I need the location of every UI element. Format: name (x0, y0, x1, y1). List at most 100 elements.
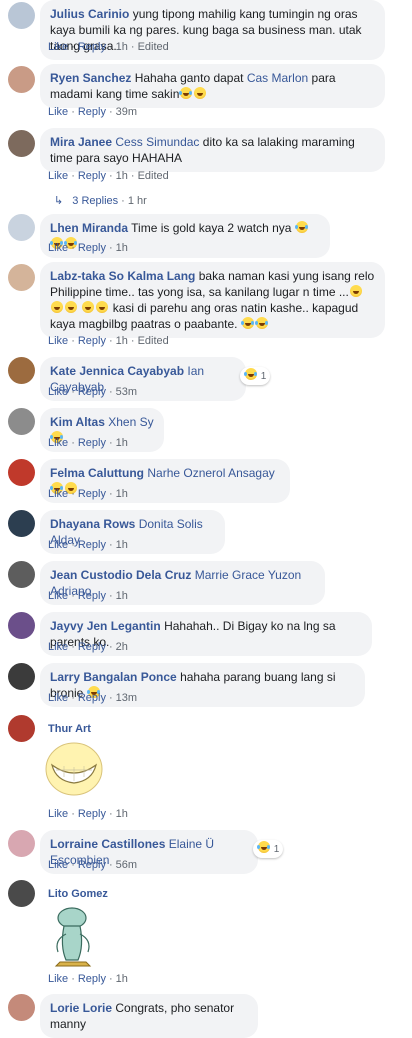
avatar[interactable] (8, 459, 35, 486)
timestamp[interactable]: 1h (116, 590, 128, 602)
commenter-name[interactable]: Kim Altas (50, 415, 105, 429)
tagged-user[interactable]: Narhe Oznerol Ansagay (147, 466, 274, 480)
reply-link[interactable]: Reply (78, 106, 106, 118)
laughing-emoji-icon (254, 317, 268, 329)
timestamp[interactable]: 1h (116, 41, 128, 53)
avatar[interactable] (8, 561, 35, 588)
like-link[interactable]: Like (48, 437, 68, 449)
like-link[interactable]: Like (48, 488, 68, 500)
commenter-name[interactable]: Larry Bangalan Ponce (50, 670, 177, 684)
timestamp[interactable]: 1h (116, 242, 128, 254)
avatar[interactable] (8, 130, 35, 157)
timestamp[interactable]: 1h (116, 808, 128, 820)
commenter-name[interactable]: Dhayana Rows (50, 517, 135, 531)
timestamp[interactable]: 1h (116, 539, 128, 551)
reply-link[interactable]: Reply (78, 973, 106, 985)
avatar[interactable] (8, 408, 35, 435)
commenter-name[interactable]: Mira Janee (50, 135, 112, 149)
timestamp[interactable]: 39m (116, 106, 137, 118)
avatar[interactable] (8, 357, 35, 384)
laughing-emoji-icon (244, 368, 257, 380)
like-link[interactable]: Like (48, 590, 68, 602)
tagged-user[interactable]: Xhen Sy (108, 415, 153, 429)
reply-link[interactable]: Reply (78, 641, 106, 653)
timestamp[interactable]: 13m (116, 692, 137, 704)
avatar[interactable] (8, 214, 35, 241)
avatar[interactable] (8, 663, 35, 690)
comment-actions: Like · Reply · 1h (48, 539, 128, 551)
timestamp[interactable]: 1h (116, 488, 128, 500)
timestamp[interactable]: 56m (116, 859, 137, 871)
timestamp[interactable]: 53m (116, 386, 137, 398)
comment-actions: Like · Reply · 1h (48, 242, 128, 254)
comment-bubble: Lorie Lorie Congrats, pho senator manny (40, 994, 258, 1038)
replies-count[interactable]: 3 Replies (72, 195, 118, 207)
comment-actions: Like · Reply · 1h (48, 808, 128, 820)
comment-actions: Like · Reply · 2h (48, 641, 128, 653)
commenter-name[interactable]: Felma Caluttung (50, 466, 144, 480)
commenter-name[interactable]: Kate Jennica Cayabyab (50, 364, 184, 378)
reply-link[interactable]: Reply (78, 488, 106, 500)
grin-emoji-icon (349, 285, 362, 297)
commenter-name[interactable]: Jayvy Jen Legantin (50, 619, 161, 633)
tagged-user[interactable]: Cas Marlon (247, 71, 308, 85)
like-link[interactable]: Like (48, 692, 68, 704)
comment-actions: Like · Reply · 1h · Edited (48, 170, 169, 182)
reply-link[interactable]: Reply (78, 335, 106, 347)
like-link[interactable]: Like (48, 973, 68, 985)
like-link[interactable]: Like (48, 242, 68, 254)
timestamp[interactable]: 1h (116, 437, 128, 449)
like-link[interactable]: Like (48, 386, 68, 398)
commenter-name[interactable]: Lito Gomez (48, 888, 108, 900)
tagged-user[interactable]: Cess Simundac (115, 135, 199, 149)
edited-label[interactable]: Edited (138, 335, 169, 347)
commenter-name[interactable]: Julius Carinio (50, 7, 129, 21)
commenter-name[interactable]: Jean Custodio Dela Cruz (50, 568, 191, 582)
timestamp[interactable]: 1h (116, 335, 128, 347)
commenter-name[interactable]: Labz-taka So Kalma Lang (50, 269, 195, 283)
avatar[interactable] (8, 264, 35, 291)
avatar[interactable] (8, 2, 35, 29)
avatar[interactable] (8, 830, 35, 857)
avatar[interactable] (8, 880, 35, 907)
view-replies-link[interactable]: ↳ 3 Replies · 1 hr (54, 194, 147, 207)
avatar[interactable] (8, 66, 35, 93)
reply-link[interactable]: Reply (78, 692, 106, 704)
timestamp[interactable]: 2h (116, 641, 128, 653)
like-link[interactable]: Like (48, 539, 68, 551)
edited-label[interactable]: Edited (138, 170, 169, 182)
commenter-name[interactable]: Thur Art (48, 723, 91, 735)
reply-link[interactable]: Reply (78, 242, 106, 254)
like-link[interactable]: Like (48, 808, 68, 820)
avatar[interactable] (8, 612, 35, 639)
reply-link[interactable]: Reply (78, 808, 106, 820)
reply-link[interactable]: Reply (78, 41, 106, 53)
grin-emoji-icon (96, 301, 109, 313)
reaction-count[interactable]: 1 (240, 367, 271, 385)
timestamp[interactable]: 1h (116, 170, 128, 182)
like-link[interactable]: Like (48, 859, 68, 871)
reply-link[interactable]: Reply (78, 539, 106, 551)
avatar[interactable] (8, 715, 35, 742)
replies-time: 1 hr (127, 195, 147, 207)
reply-link[interactable]: Reply (78, 437, 106, 449)
reply-link[interactable]: Reply (78, 859, 106, 871)
timestamp[interactable]: 1h (116, 973, 128, 985)
commenter-name[interactable]: Lhen Miranda (50, 221, 128, 235)
avatar[interactable] (8, 994, 35, 1021)
like-link[interactable]: Like (48, 106, 68, 118)
reaction-count[interactable]: 1 (253, 840, 284, 858)
edited-label[interactable]: Edited (138, 41, 169, 53)
reply-link[interactable]: Reply (78, 386, 106, 398)
commenter-name[interactable]: Lorraine Castillones (50, 837, 165, 851)
like-link[interactable]: Like (48, 170, 68, 182)
reply-link[interactable]: Reply (78, 170, 106, 182)
avatar[interactable] (8, 510, 35, 537)
like-link[interactable]: Like (48, 41, 68, 53)
commenter-name[interactable]: Ryen Sanchez (50, 71, 131, 85)
like-link[interactable]: Like (48, 641, 68, 653)
reply-link[interactable]: Reply (78, 590, 106, 602)
laughing-emoji-icon (240, 317, 254, 329)
like-link[interactable]: Like (48, 335, 68, 347)
commenter-name[interactable]: Lorie Lorie (50, 1001, 112, 1015)
